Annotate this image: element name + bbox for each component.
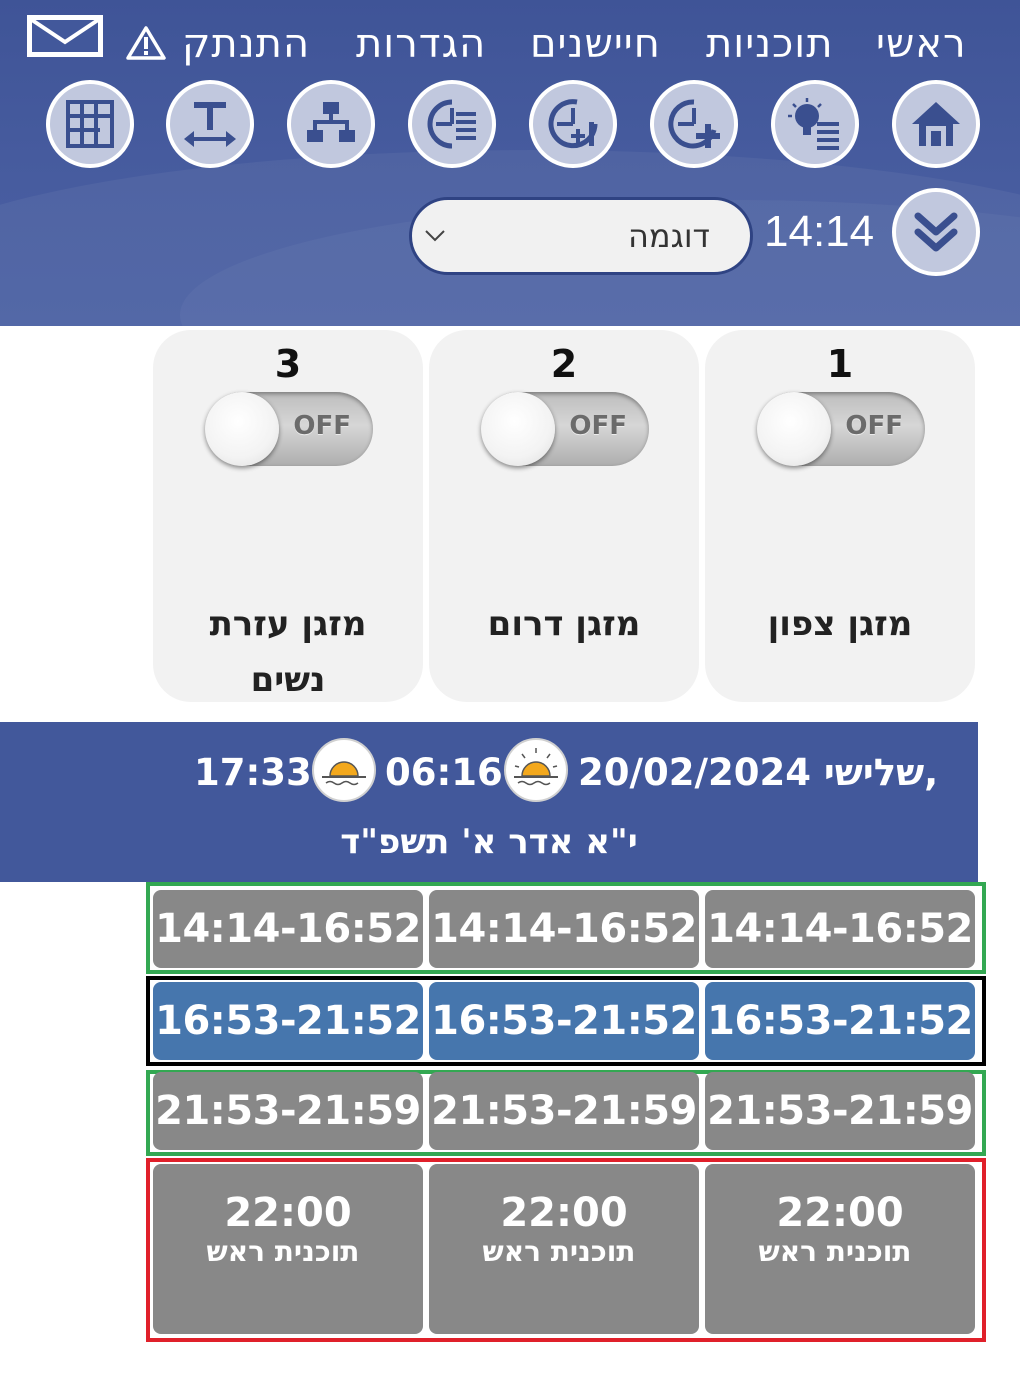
scenes-button[interactable] (771, 80, 859, 168)
menu-item-settings[interactable]: הגדרות (356, 20, 486, 68)
slot-label: תוכנית ראש (482, 1235, 636, 1268)
device-number: 2 (550, 342, 578, 386)
menu-item-logout[interactable]: התנתק (182, 20, 310, 68)
double-chevron-down-icon (914, 212, 958, 252)
schedule-slot-active[interactable]: 16:53-21:52 (153, 982, 423, 1060)
schedule-slot-active[interactable]: 16:53-21:52 (705, 982, 975, 1060)
date-bar: 20/02/2024 שלישי, 06:16↑ 17:33↓ י"א אדר … (0, 722, 978, 882)
device-name: מזגן עזרת נשים (209, 604, 367, 700)
gregorian-date: 20/02/2024 שלישי, (578, 751, 939, 794)
device-card: 2 OFF מזגן דרום (429, 330, 699, 702)
mail-icon[interactable] (26, 14, 104, 58)
network-button[interactable] (287, 80, 375, 168)
resize-width-button[interactable] (166, 80, 254, 168)
program-select-value: דוגמה (627, 217, 710, 255)
schedule-slot[interactable]: 14:14-16:52 (153, 890, 423, 968)
add-timer-button[interactable] (650, 80, 738, 168)
sunset-icon (312, 738, 376, 802)
device-name: מזגן צפון (767, 604, 913, 644)
resize-width-icon (184, 102, 236, 147)
hebrew-date: י"א אדר א' תשפ"ד (340, 822, 638, 862)
schedule-slot[interactable]: 22:00 תוכנית ראש (153, 1164, 423, 1334)
header-bar: ראשי תוכניות חיישנים הגדרות התנתק 14:14 … (0, 0, 1020, 326)
toggle-knob (205, 392, 279, 466)
current-time: 14:14 (764, 207, 875, 256)
schedule-slot[interactable]: 22:00 תוכנית ראש (429, 1164, 699, 1334)
schedule-slot[interactable]: 21:53-21:59 (153, 1072, 423, 1150)
warning-icon[interactable] (126, 26, 166, 60)
timer-list-button[interactable] (408, 80, 496, 168)
network-icon (307, 102, 355, 142)
expand-button[interactable] (892, 188, 980, 276)
device-toggle[interactable]: OFF (205, 392, 373, 466)
slot-time: 22:00 (224, 1190, 352, 1236)
schedule-slot[interactable]: 21:53-21:59 (705, 1072, 975, 1150)
add-timer-icon (668, 99, 720, 149)
schedule-slot[interactable]: 21:53-21:59 (429, 1072, 699, 1150)
device-name: מזגן דרום (487, 604, 641, 644)
schedule-slot[interactable]: 22:00 תוכנית ראש (705, 1164, 975, 1334)
device-number: 3 (274, 342, 302, 386)
device-card: 3 OFF מזגן עזרת נשים (153, 330, 423, 702)
toggle-state-label: OFF (293, 411, 351, 441)
device-card: 1 OFF מזגן צפון (705, 330, 975, 702)
device-toggle[interactable]: OFF (481, 392, 649, 466)
device-number: 1 (826, 342, 854, 386)
grid-icon (66, 100, 114, 148)
grid-view-button[interactable] (46, 80, 134, 168)
slot-label: תוכנית ראש (206, 1235, 360, 1268)
toggle-knob (757, 392, 831, 466)
toggle-knob (481, 392, 555, 466)
schedule-slot-active[interactable]: 16:53-21:52 (429, 982, 699, 1060)
timer-plus-one-icon (548, 99, 598, 149)
home-icon (912, 102, 960, 146)
chevron-down-icon (425, 230, 445, 242)
program-select[interactable]: דוגמה (409, 197, 753, 275)
home-button[interactable] (892, 80, 980, 168)
schedule-slot[interactable]: 14:14-16:52 (429, 890, 699, 968)
scenes-icon (788, 98, 839, 150)
toggle-state-label: OFF (569, 411, 627, 441)
timer-plus-one-button[interactable] (529, 80, 617, 168)
menu-item-home[interactable]: ראשי (876, 20, 967, 68)
toggle-state-label: OFF (845, 411, 903, 441)
device-toggle[interactable]: OFF (757, 392, 925, 466)
slot-time: 22:00 (776, 1190, 904, 1236)
timer-list-icon (427, 99, 476, 149)
sunrise-icon (504, 738, 568, 802)
slot-label: תוכנית ראש (758, 1235, 912, 1268)
schedule-slot[interactable]: 14:14-16:52 (705, 890, 975, 968)
menu-item-programs[interactable]: תוכניות (706, 20, 834, 68)
slot-time: 22:00 (500, 1190, 628, 1236)
menu-item-sensors[interactable]: חיישנים (530, 20, 661, 68)
